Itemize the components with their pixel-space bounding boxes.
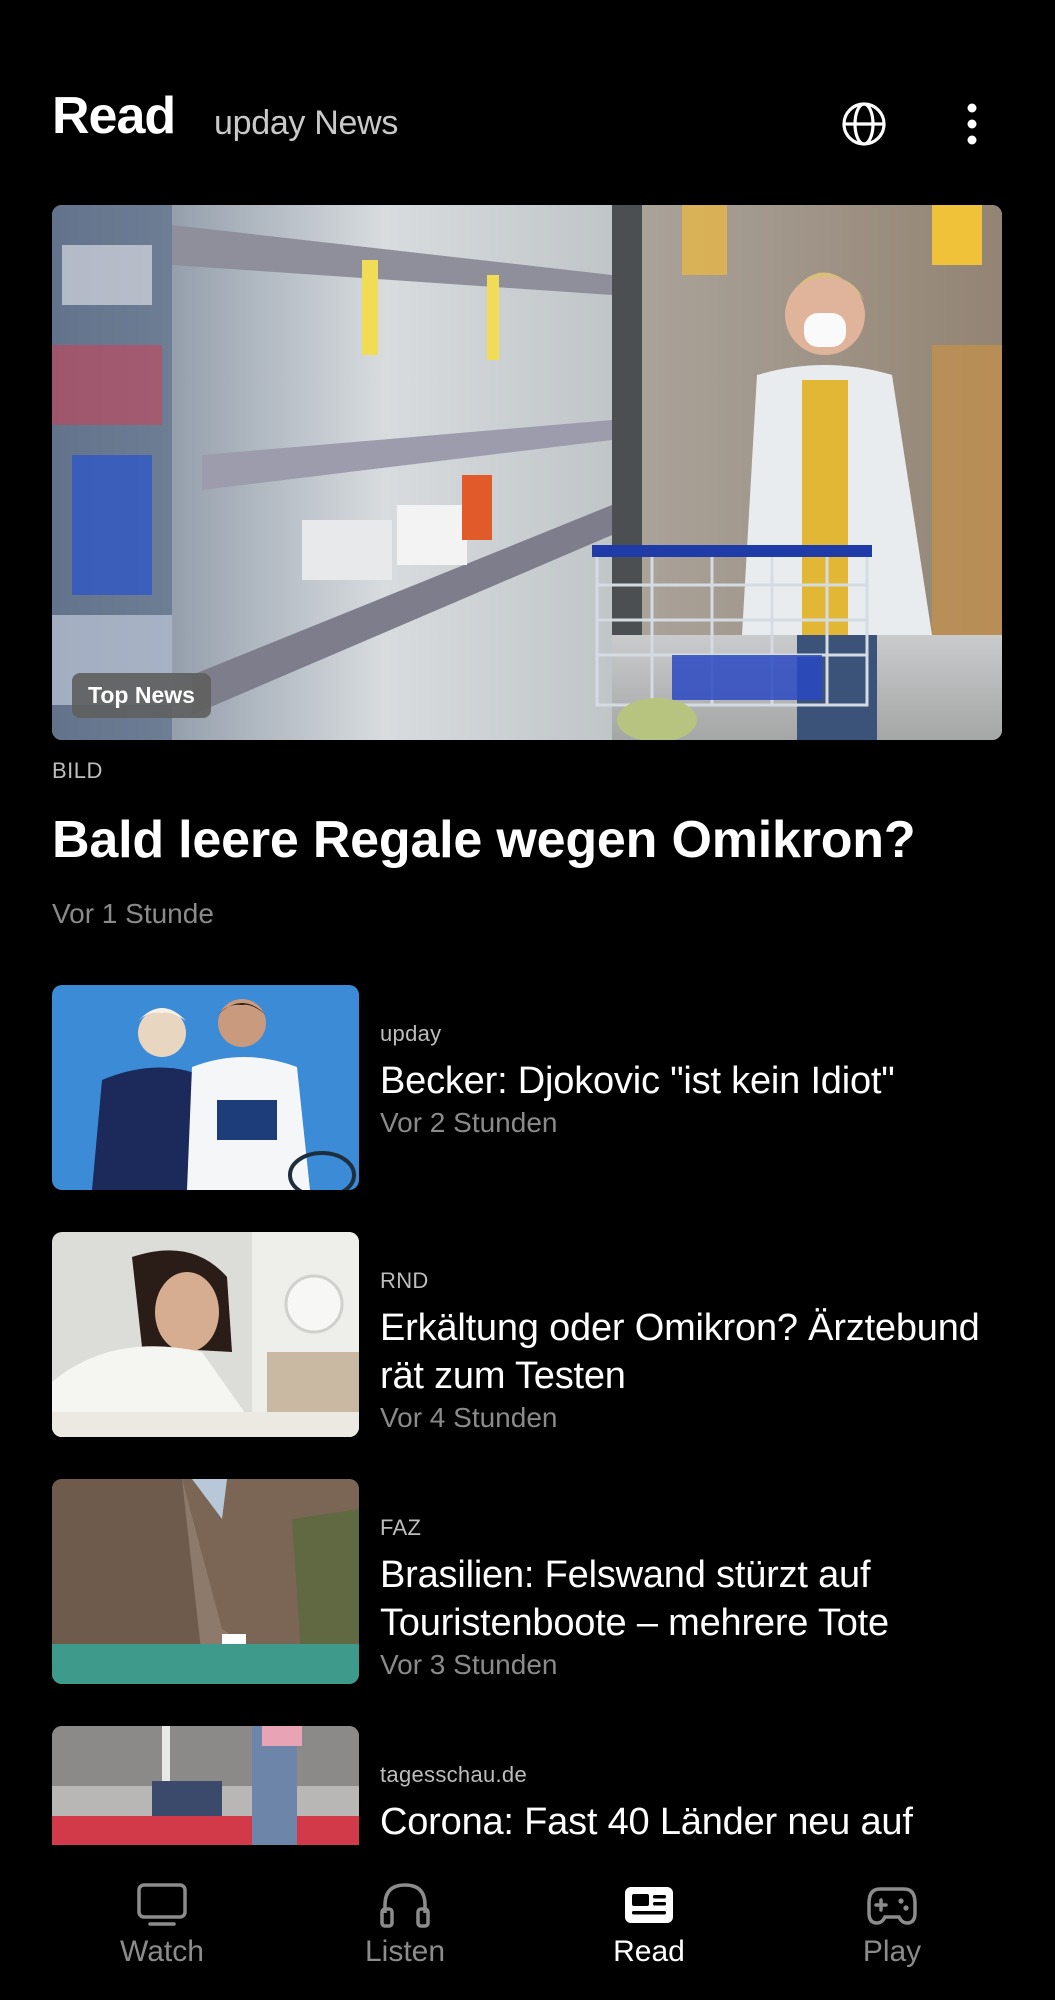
- hero-source: BILD: [52, 758, 103, 783]
- travel-office-image: [52, 1726, 359, 1845]
- language-button[interactable]: [836, 96, 892, 152]
- news-item-text: tagesschau.de Corona: Fast 40 Länder neu…: [380, 1762, 1010, 1845]
- hero-timestamp: Vor 1 Stunde: [52, 898, 214, 929]
- news-item-text: RND Erkältung oder Omikron? Ärztebund rä…: [380, 1268, 1010, 1434]
- hero-headline[interactable]: Bald leere Regale wegen Omikron?: [52, 808, 1002, 872]
- nav-label-read: Read: [613, 1935, 685, 1968]
- nav-label-watch: Watch: [120, 1935, 204, 1968]
- news-source: upday: [380, 1021, 442, 1046]
- sick-woman-image: [52, 1232, 359, 1437]
- newspaper-icon: [625, 1887, 673, 1923]
- gamepad-icon: [867, 1887, 917, 1925]
- news-title: Becker: Djokovic "ist kein Idiot": [380, 1060, 895, 1102]
- news-item[interactable]: RND Erkältung oder Omikron? Ärztebund rä…: [52, 1232, 1012, 1437]
- news-item-text: upday Becker: Djokovic "ist kein Idiot" …: [380, 1021, 1010, 1139]
- app-subtitle: upday News: [214, 104, 399, 142]
- news-timestamp: Vor 3 Stunden: [380, 1649, 558, 1680]
- nav-tab-listen[interactable]: Listen: [305, 1845, 505, 2000]
- top-news-badge: Top News: [72, 673, 211, 718]
- news-source: tagesschau.de: [380, 1762, 528, 1787]
- nav-tab-watch[interactable]: Watch: [62, 1845, 262, 2000]
- canyon-lake-image: [52, 1479, 359, 1684]
- news-timestamp: Vor 2 Stunden: [380, 1107, 558, 1138]
- nav-tab-read[interactable]: Read: [549, 1845, 749, 2000]
- app-header: Read upday News: [0, 0, 1055, 205]
- nav-label-play: Play: [862, 1935, 922, 1968]
- news-item[interactable]: upday Becker: Djokovic "ist kein Idiot" …: [52, 985, 1012, 1190]
- app-title: Read: [52, 87, 176, 145]
- news-title: Corona: Fast 40 Länder neu auf Hochrisik…: [380, 1801, 913, 1843]
- tv-icon: [137, 1883, 187, 1926]
- globe-icon: [842, 102, 886, 146]
- news-item-text: FAZ Brasilien: Felswand stürzt auf Touri…: [380, 1515, 1010, 1681]
- news-thumbnail: [52, 1479, 359, 1684]
- news-timestamp: Vor 4 Stunden: [380, 1402, 558, 1433]
- news-source: FAZ: [380, 1515, 422, 1540]
- news-title: Erkältung oder Omikron? Ärztebund rät zu…: [380, 1307, 980, 1397]
- news-list: upday Becker: Djokovic "ist kein Idiot" …: [0, 985, 1055, 1845]
- more-vertical-icon: [967, 103, 977, 145]
- news-thumbnail: [52, 985, 359, 1190]
- more-options-button[interactable]: [944, 96, 1000, 152]
- bottom-navigation: Watch Listen Read Play: [0, 1845, 1055, 2000]
- news-item[interactable]: tagesschau.de Corona: Fast 40 Länder neu…: [52, 1726, 1012, 1845]
- tennis-players-image: [52, 985, 359, 1190]
- headphones-icon: [380, 1883, 430, 1928]
- nav-tab-play[interactable]: Play: [792, 1845, 992, 2000]
- news-title: Brasilien: Felswand stürzt auf Touristen…: [380, 1554, 889, 1644]
- news-thumbnail: [52, 1232, 359, 1437]
- news-source: RND: [380, 1268, 429, 1293]
- supermarket-shopper-image: [52, 205, 1002, 740]
- news-item[interactable]: FAZ Brasilien: Felswand stürzt auf Touri…: [52, 1479, 1012, 1684]
- nav-label-listen: Listen: [364, 1935, 446, 1968]
- hero-article-image[interactable]: Top News: [52, 205, 1002, 740]
- news-thumbnail: [52, 1726, 359, 1845]
